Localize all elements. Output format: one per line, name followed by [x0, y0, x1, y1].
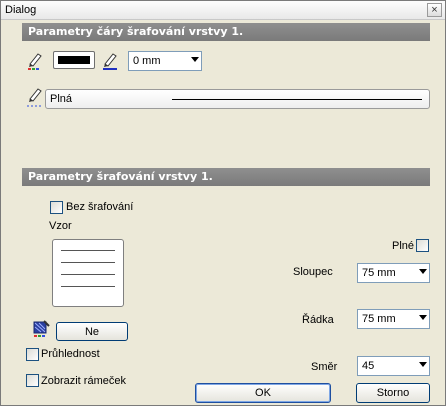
solid-checkbox[interactable] [416, 239, 429, 252]
pen-color-icon [28, 53, 42, 70]
line-params-header: Parametry čáry šrafování vrstvy 1. [22, 23, 430, 41]
no-hatch-checkbox[interactable] [50, 201, 63, 214]
pen-style-icon [27, 88, 43, 107]
window-title: Dialog [5, 4, 37, 16]
pen-width-icon [103, 53, 117, 70]
row-value: 75 mm [362, 313, 396, 325]
title-bar: Dialog × [1, 1, 445, 20]
line-width-select[interactable]: 0 mm [128, 51, 202, 71]
direction-select[interactable]: 45 [357, 356, 430, 376]
line-style-select[interactable]: Plná [45, 89, 430, 109]
line-color-button[interactable] [53, 51, 95, 69]
transparency-label: Průhlednost [41, 348, 100, 360]
show-frame-checkbox[interactable] [26, 374, 39, 387]
fill-color-button[interactable]: Ne [56, 322, 128, 341]
line-style-value: Plná [50, 93, 73, 105]
show-frame-label: Zobrazit rámeček [41, 375, 126, 387]
line-width-value: 0 mm [133, 55, 161, 67]
solid-label: Plné [392, 240, 415, 252]
line-style-sample [172, 99, 422, 100]
hatch-params-header: Parametry šrafování vrstvy 1. [22, 168, 430, 186]
pattern-line [61, 274, 115, 275]
pattern-line [61, 286, 115, 287]
chevron-down-icon [419, 315, 427, 320]
fill-icon [33, 320, 50, 337]
direction-label: Směr [311, 361, 338, 373]
cancel-button[interactable]: Storno [356, 383, 430, 403]
column-select[interactable]: 75 mm [357, 263, 430, 283]
ok-button[interactable]: OK [195, 383, 331, 403]
chevron-down-icon [419, 269, 427, 274]
line-color-swatch [58, 56, 90, 64]
no-hatch-label: Bez šrafování [66, 201, 134, 213]
close-button[interactable]: × [427, 3, 442, 17]
row-label: Řádka [302, 314, 334, 326]
chevron-down-icon [419, 362, 427, 367]
pattern-preview[interactable] [52, 239, 124, 307]
transparency-checkbox[interactable] [26, 348, 39, 361]
pattern-line [61, 250, 115, 251]
chevron-down-icon [191, 57, 199, 62]
column-label: Sloupec [293, 266, 333, 278]
direction-value: 45 [362, 360, 375, 372]
column-value: 75 mm [362, 267, 396, 279]
pattern-label: Vzor [49, 220, 72, 232]
pattern-line [61, 262, 115, 263]
dialog-window: Dialog × Parametry čáry šrafování vrstvy… [0, 0, 446, 406]
row-select[interactable]: 75 mm [357, 309, 430, 329]
